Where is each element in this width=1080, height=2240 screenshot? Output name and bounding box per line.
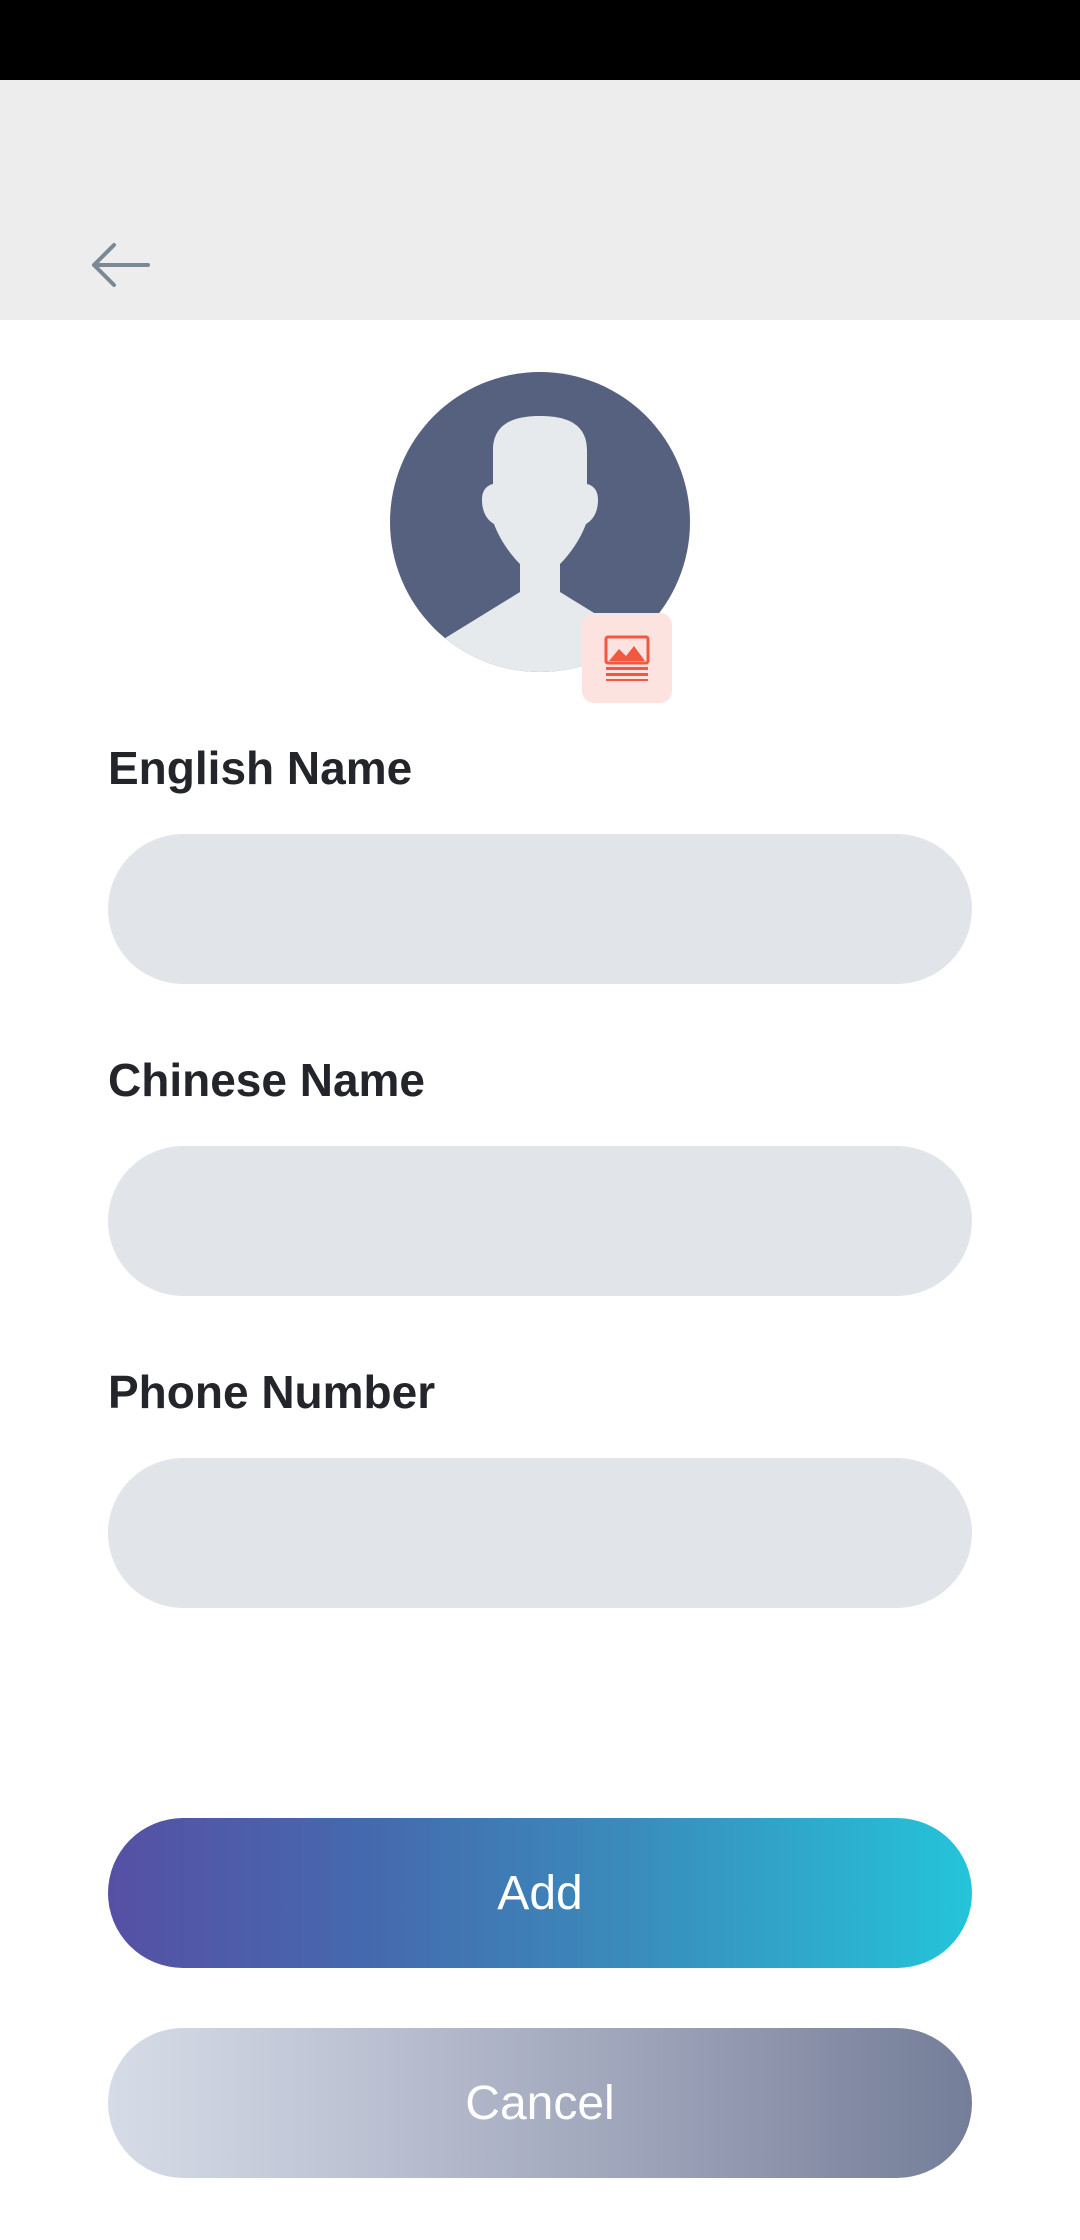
add-button-label: Add — [497, 1866, 583, 1920]
chinese-name-input[interactable] — [108, 1146, 972, 1296]
app-header — [0, 80, 1080, 320]
phone-number-input[interactable] — [108, 1458, 972, 1608]
image-picker-icon — [604, 635, 650, 681]
english-name-input[interactable] — [108, 834, 972, 984]
cancel-button-label: Cancel — [465, 2076, 615, 2130]
change-photo-button[interactable] — [582, 613, 672, 703]
english-name-label: English Name — [108, 742, 413, 794]
arrow-left-icon — [92, 243, 150, 287]
status-bar — [0, 0, 1080, 80]
chinese-name-label: Chinese Name — [108, 1054, 426, 1106]
cancel-button[interactable]: Cancel — [108, 2028, 972, 2178]
back-button[interactable] — [78, 225, 162, 305]
add-button[interactable]: Add — [108, 1818, 972, 1968]
phone-number-label: Phone Number — [108, 1366, 436, 1418]
